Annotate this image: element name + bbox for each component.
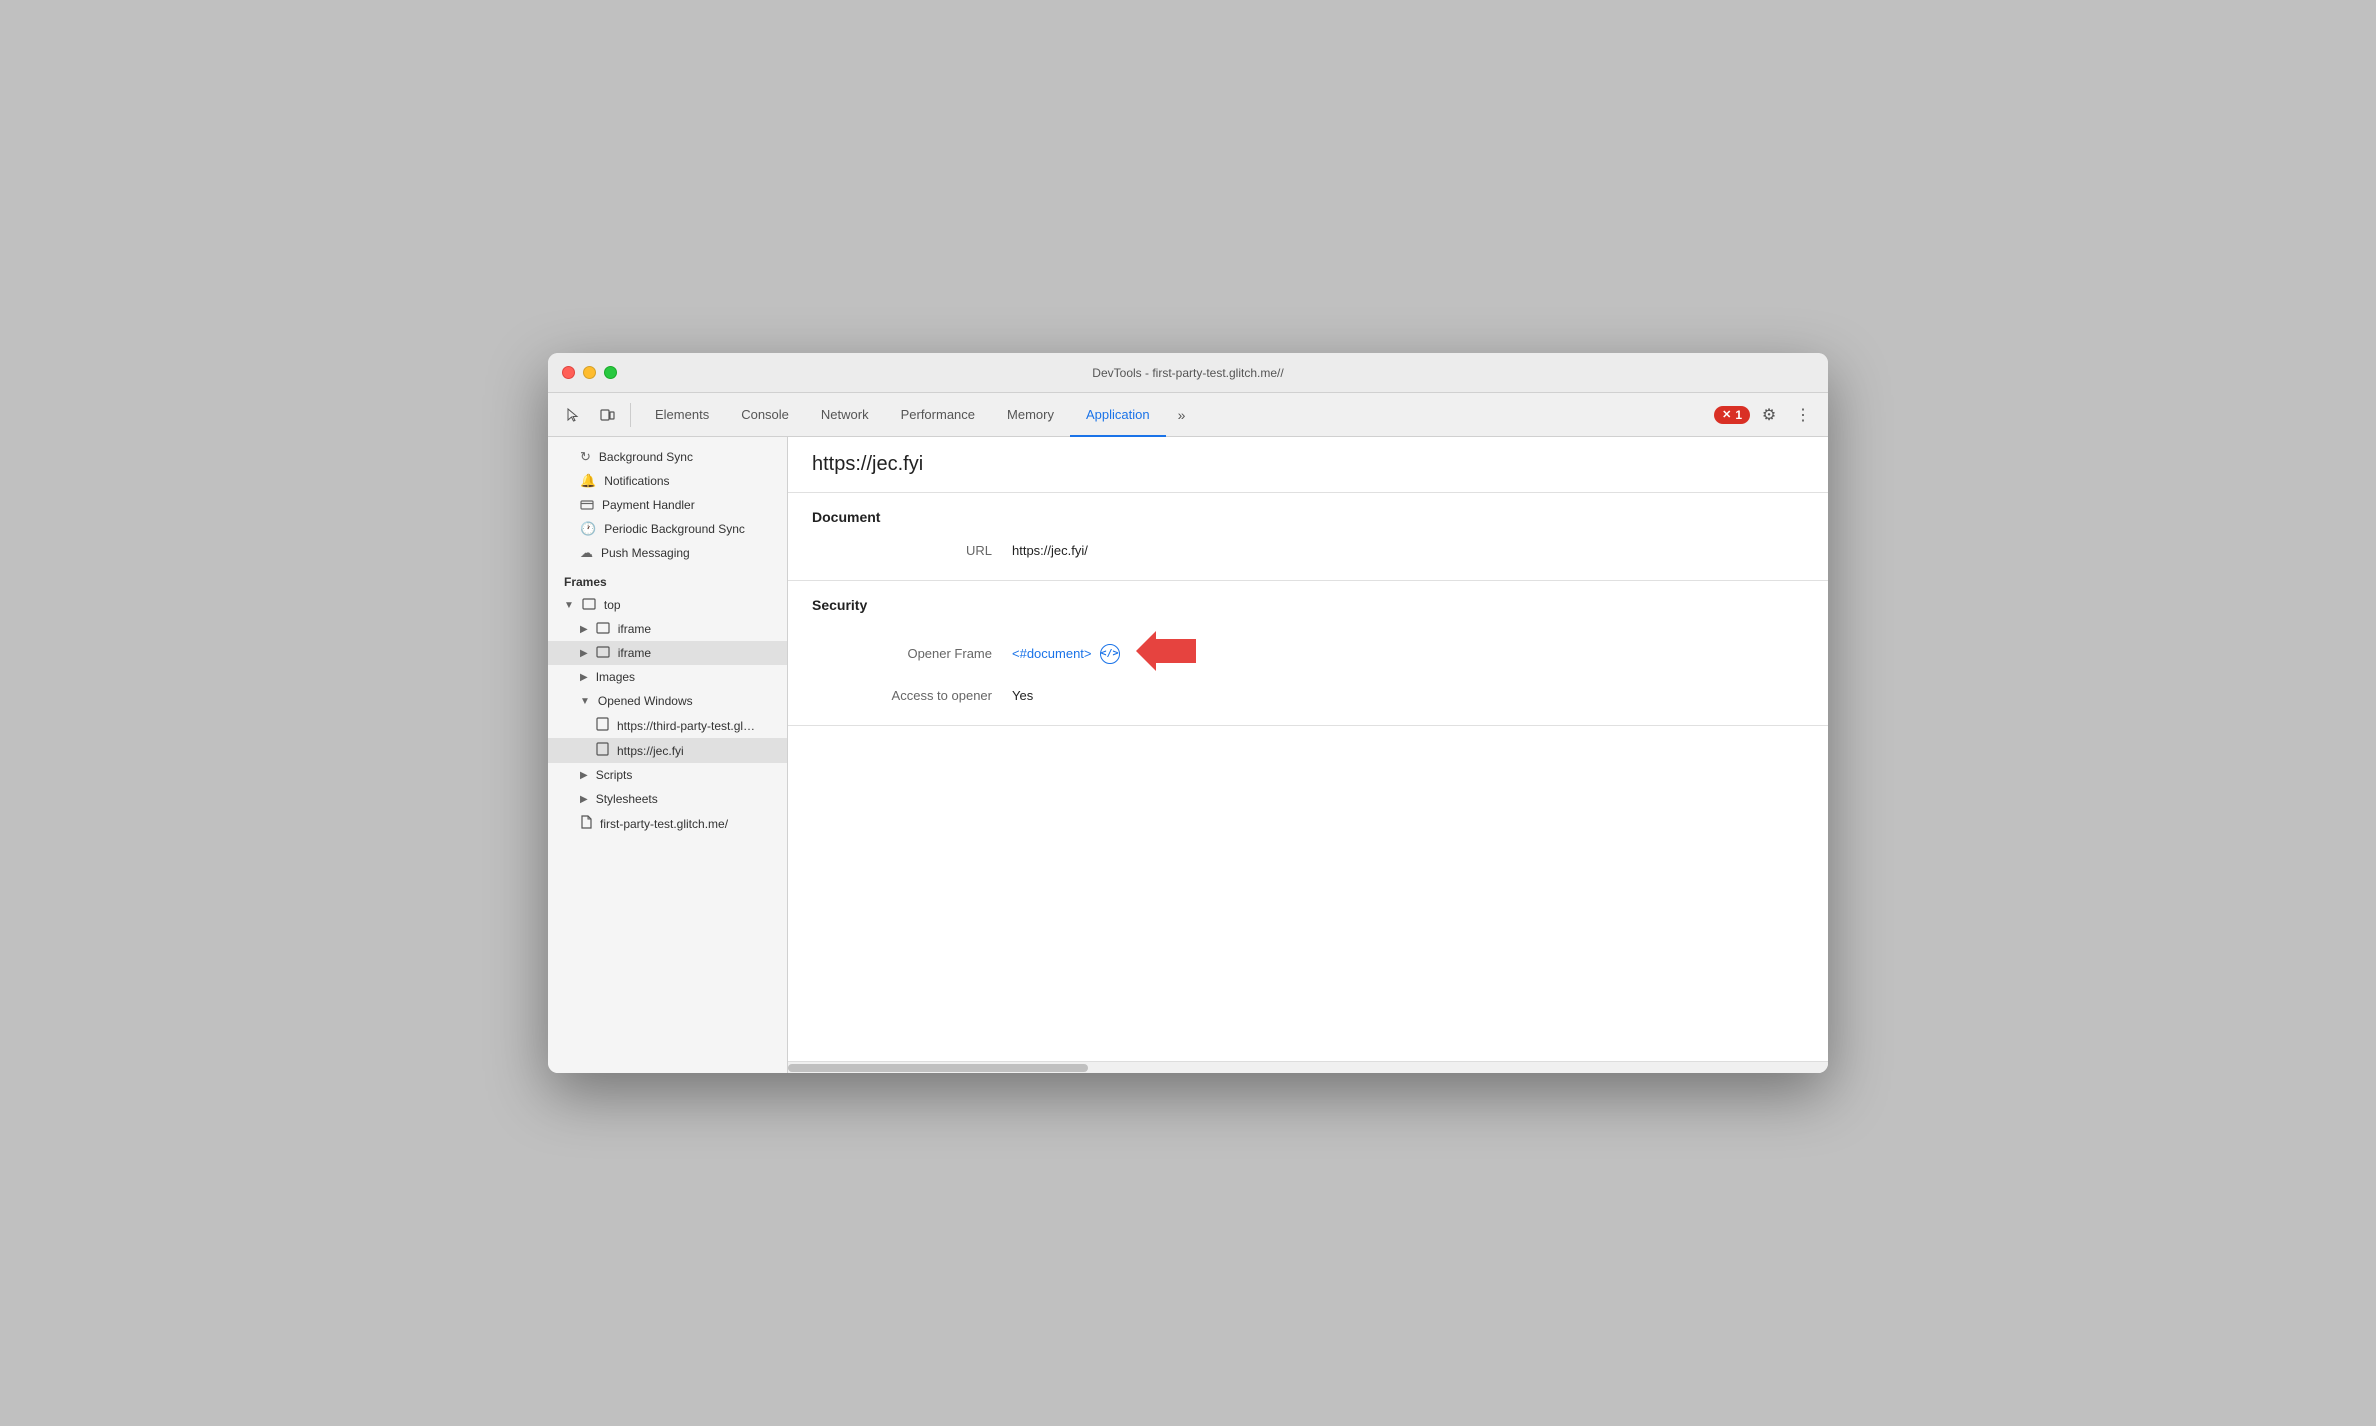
title-bar: DevTools - first-party-test.glitch.me// <box>548 353 1828 393</box>
toolbar: Elements Console Network Performance Mem… <box>548 393 1828 437</box>
sidebar-item-label: Payment Handler <box>602 498 695 512</box>
document-section: Document URL https://jec.fyi/ <box>788 493 1828 581</box>
sidebar-item-images[interactable]: ▶ Images <box>548 665 787 689</box>
tab-elements[interactable]: Elements <box>639 393 725 437</box>
expand-arrow: ▼ <box>580 696 590 707</box>
frames-section-label: Frames <box>548 565 787 593</box>
sidebar-item-label: https://jec.fyi <box>617 744 684 758</box>
device-toggle-button[interactable] <box>592 400 622 430</box>
toolbar-tabs: Elements Console Network Performance Mem… <box>639 393 1166 437</box>
expand-arrow: ▶ <box>580 672 588 683</box>
tab-console[interactable]: Console <box>725 393 805 437</box>
traffic-lights <box>562 366 617 379</box>
sidebar-item-iframe1[interactable]: ▶ iframe <box>548 617 787 641</box>
sidebar-item-label: iframe <box>618 622 651 636</box>
url-value: https://jec.fyi/ <box>1012 543 1088 558</box>
access-to-opener-value: Yes <box>1012 688 1033 703</box>
horizontal-scrollbar[interactable] <box>788 1061 1828 1073</box>
error-count: 1 <box>1735 408 1742 422</box>
sidebar-item-background-sync[interactable]: ↻ Background Sync <box>548 445 787 469</box>
expand-arrow: ▶ <box>580 648 588 659</box>
opener-frame-value-group: <#document> </> <box>1012 631 1196 676</box>
error-icon: ✕ <box>1722 408 1731 421</box>
frame-icon <box>596 622 610 637</box>
sidebar-item-opened-windows[interactable]: ▼ Opened Windows <box>548 689 787 713</box>
sidebar-item-payment-handler[interactable]: Payment Handler <box>548 493 787 517</box>
sidebar-item-label: https://third-party-test.glitch.me/p <box>617 719 757 733</box>
minimize-button[interactable] <box>583 366 596 379</box>
devtools-window: DevTools - first-party-test.glitch.me// … <box>548 353 1828 1073</box>
main-area: ↻ Background Sync 🔔 Notifications Paymen… <box>548 437 1828 1073</box>
sidebar-item-label: Opened Windows <box>598 694 693 708</box>
url-row: URL https://jec.fyi/ <box>812 537 1804 564</box>
page-icon <box>596 742 609 759</box>
opener-frame-link[interactable]: <#document> <box>1012 646 1092 661</box>
frame-icon <box>596 646 610 661</box>
access-to-opener-row: Access to opener Yes <box>812 682 1804 709</box>
frame-icon <box>582 598 596 613</box>
expand-arrow: ▶ <box>580 794 588 805</box>
security-section: Security Opener Frame <#document> </> <box>788 581 1828 726</box>
document-title: Document <box>812 509 1804 525</box>
sidebar-item-first-party-test[interactable]: first-party-test.glitch.me/ <box>548 811 787 836</box>
toolbar-divider-1 <box>630 403 631 427</box>
sidebar-item-jec-fyi-window[interactable]: https://jec.fyi <box>548 738 787 763</box>
sidebar-item-label: Background Sync <box>599 450 693 464</box>
sidebar-item-scripts[interactable]: ▶ Scripts <box>548 763 787 787</box>
sidebar-item-iframe2[interactable]: ▶ iframe <box>548 641 787 665</box>
sidebar-item-third-party-window[interactable]: https://third-party-test.glitch.me/p <box>548 713 787 738</box>
sidebar-item-label: Periodic Background Sync <box>604 522 745 536</box>
tab-memory[interactable]: Memory <box>991 393 1070 437</box>
red-arrow-annotation <box>1136 631 1196 676</box>
cursor-tool-button[interactable] <box>558 400 588 430</box>
tab-performance[interactable]: Performance <box>885 393 991 437</box>
content-panel: https://jec.fyi Document URL https://jec… <box>788 437 1828 1073</box>
tab-network[interactable]: Network <box>805 393 885 437</box>
opener-frame-row: Opener Frame <#document> </> <box>812 625 1804 682</box>
sidebar-item-periodic-bg-sync[interactable]: 🕐 Periodic Background Sync <box>548 517 787 541</box>
settings-button[interactable]: ⚙ <box>1754 400 1784 430</box>
sidebar-item-stylesheets[interactable]: ▶ Stylesheets <box>548 787 787 811</box>
sidebar: ↻ Background Sync 🔔 Notifications Paymen… <box>548 437 788 1073</box>
sidebar-item-label: iframe <box>618 646 651 660</box>
security-title: Security <box>812 597 1804 613</box>
more-options-button[interactable]: ⋮ <box>1788 400 1818 430</box>
access-to-opener-label: Access to opener <box>812 688 1012 703</box>
opener-frame-label: Opener Frame <box>812 646 1012 661</box>
content-empty-space <box>788 726 1828 1061</box>
tab-application[interactable]: Application <box>1070 393 1166 437</box>
close-button[interactable] <box>562 366 575 379</box>
file-icon <box>580 815 592 832</box>
sidebar-item-label: top <box>604 598 621 612</box>
sidebar-item-label: Notifications <box>604 474 669 488</box>
url-label: URL <box>812 543 1012 558</box>
error-badge[interactable]: ✕ 1 <box>1714 406 1750 424</box>
cloud-icon: ☁ <box>580 545 593 561</box>
more-tabs-button[interactable]: » <box>1170 407 1194 423</box>
sidebar-item-label: Stylesheets <box>596 792 658 806</box>
sidebar-item-notifications[interactable]: 🔔 Notifications <box>548 469 787 493</box>
expand-arrow: ▶ <box>580 770 588 781</box>
page-icon <box>596 717 609 734</box>
code-icon[interactable]: </> <box>1100 644 1120 664</box>
card-icon <box>580 498 594 513</box>
clock-icon: 🕐 <box>580 521 596 537</box>
sidebar-item-push-messaging[interactable]: ☁ Push Messaging <box>548 541 787 565</box>
window-title: DevTools - first-party-test.glitch.me// <box>1092 366 1283 380</box>
sidebar-item-label: Images <box>596 670 635 684</box>
expand-arrow: ▼ <box>564 600 574 611</box>
bell-icon: 🔔 <box>580 473 596 489</box>
sidebar-item-label: Push Messaging <box>601 546 690 560</box>
horizontal-scrollbar-thumb[interactable] <box>788 1064 1088 1072</box>
sidebar-item-label: first-party-test.glitch.me/ <box>600 817 728 831</box>
maximize-button[interactable] <box>604 366 617 379</box>
sidebar-item-top-frame[interactable]: ▼ top <box>548 593 787 617</box>
content-url: https://jec.fyi <box>788 437 1828 493</box>
sync-icon: ↻ <box>580 449 591 465</box>
expand-arrow: ▶ <box>580 624 588 635</box>
sidebar-item-label: Scripts <box>596 768 633 782</box>
